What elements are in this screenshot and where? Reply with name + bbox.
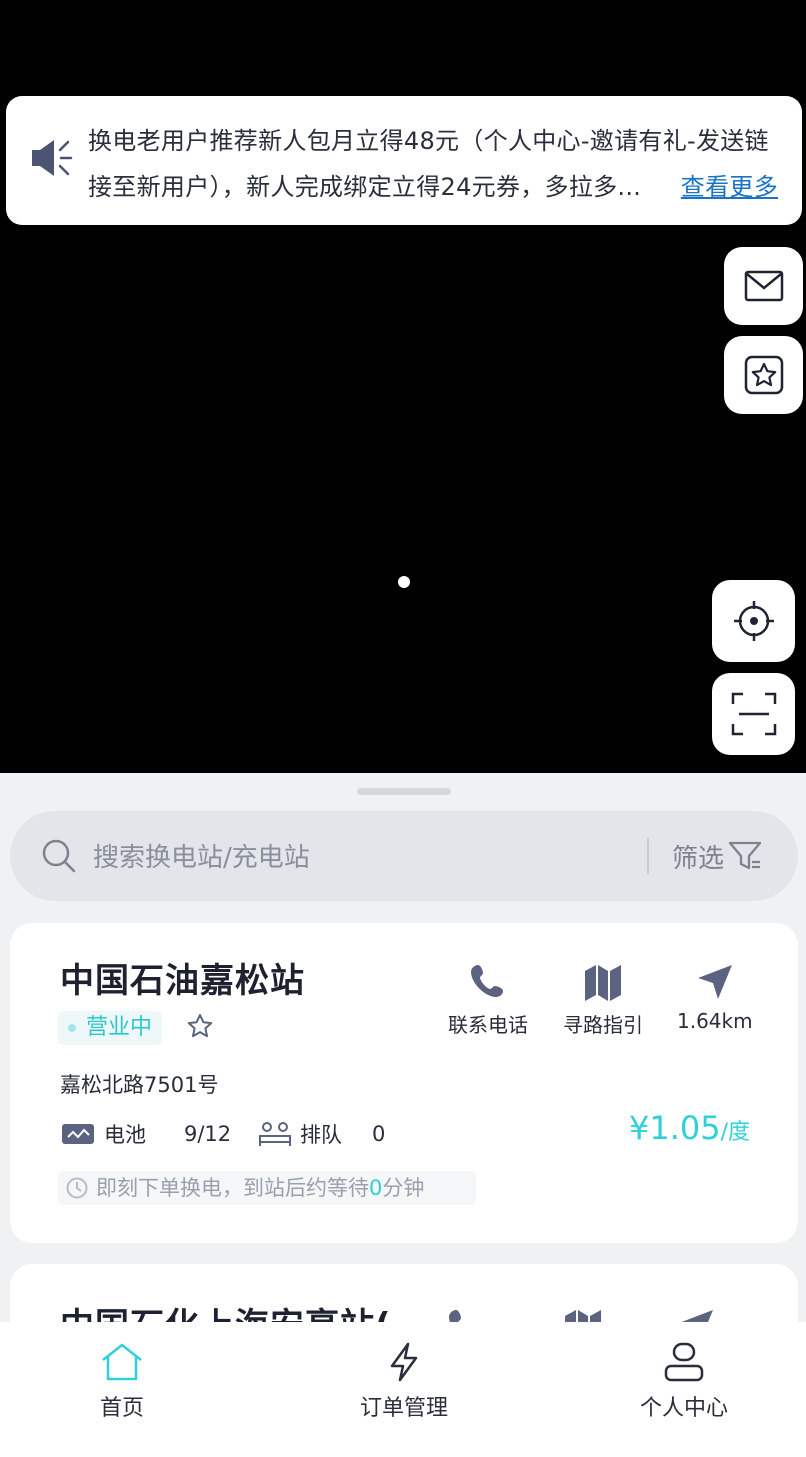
- queue-icon: [259, 1122, 291, 1146]
- navigate-button[interactable]: 1.64km: [677, 963, 753, 1033]
- eta-suffix: 分钟: [382, 1176, 425, 1200]
- search-divider: [647, 838, 649, 874]
- bottom-tab-bar: 首页 订单管理 个人中心: [0, 1322, 806, 1457]
- favorites-button[interactable]: [724, 336, 803, 414]
- eta-prefix: 即刻下单换电，到站后约等待: [96, 1176, 369, 1200]
- locate-button[interactable]: [712, 580, 795, 662]
- queue-info: 排队 0: [258, 1119, 385, 1149]
- tab-orders[interactable]: 订单管理: [360, 1342, 448, 1422]
- station-address: 嘉松北路7501号: [60, 1073, 219, 1097]
- search-bar[interactable]: 搜索换电站/充电站 筛选: [10, 811, 798, 901]
- route-guide-label: 寻路指引: [563, 1013, 643, 1037]
- filter-label: 筛选: [672, 843, 725, 874]
- navigate-icon: [697, 965, 732, 999]
- station-card[interactable]: 中国石油嘉松站 营业中 嘉松北路7501号 联系电话 寻路指引 1.64km 电…: [10, 923, 798, 1243]
- search-icon: [42, 839, 76, 873]
- view-more-link[interactable]: 查看更多: [674, 164, 778, 210]
- favorite-star-icon[interactable]: [186, 1013, 214, 1041]
- battery-icon: [62, 1124, 94, 1144]
- queue-label: 排队: [300, 1123, 342, 1147]
- tab-home-label: 首页: [100, 1396, 145, 1421]
- scan-button[interactable]: [712, 673, 795, 755]
- notice-banner[interactable]: 换电老用户推荐新人包月立得48元（个人中心-邀请有礼-发送链接至新用户），新人完…: [6, 96, 802, 225]
- price: ¥1.05/度: [629, 1109, 750, 1147]
- filter-button[interactable]: 筛选: [672, 833, 762, 879]
- route-guide-button[interactable]: 寻路指引: [563, 963, 643, 1038]
- search-input[interactable]: 搜索换电站/充电站: [93, 837, 310, 874]
- speaker-icon: [32, 140, 73, 176]
- map-icon: [585, 965, 621, 1001]
- station-name: 中国石油嘉松站: [60, 961, 305, 1001]
- mail-icon: [744, 270, 783, 302]
- status-badge: 营业中: [58, 1011, 163, 1045]
- distance-label: 1.64km: [677, 1009, 753, 1033]
- messages-button[interactable]: [724, 247, 803, 325]
- home-icon: [102, 1343, 142, 1381]
- price-value: ¥1.05: [628, 1109, 721, 1147]
- tab-orders-label: 订单管理: [360, 1396, 449, 1421]
- price-unit: /度: [720, 1120, 750, 1145]
- locate-icon: [733, 601, 774, 641]
- scan-icon: [731, 692, 776, 736]
- call-label: 联系电话: [448, 1013, 528, 1037]
- clock-icon: [66, 1177, 88, 1199]
- battery-count: 9/12: [184, 1122, 232, 1146]
- tab-home[interactable]: 首页: [100, 1342, 144, 1422]
- battery-label: 电池: [104, 1123, 146, 1147]
- queue-count: 0: [372, 1122, 386, 1146]
- battery-info: 电池 9/12: [62, 1119, 231, 1149]
- star-icon: [744, 355, 783, 395]
- filter-icon: [728, 841, 762, 870]
- bolt-icon: [390, 1342, 418, 1382]
- notice-message: 换电老用户推荐新人包月立得48元（个人中心-邀请有礼-发送链接至新用户），新人完…: [88, 127, 769, 201]
- drag-handle[interactable]: [357, 788, 451, 795]
- tab-profile[interactable]: 个人中心: [640, 1342, 728, 1422]
- user-icon: [664, 1342, 704, 1382]
- tab-profile-label: 个人中心: [640, 1396, 729, 1421]
- eta-hint: 即刻下单换电，到站后约等待0分钟: [58, 1171, 476, 1205]
- current-location-marker: [398, 576, 410, 588]
- call-button[interactable]: 联系电话: [448, 963, 528, 1038]
- notice-text: 换电老用户推荐新人包月立得48元（个人中心-邀请有礼-发送链接至新用户），新人完…: [88, 118, 788, 210]
- eta-minutes: 0: [369, 1176, 383, 1200]
- phone-icon: [471, 965, 503, 997]
